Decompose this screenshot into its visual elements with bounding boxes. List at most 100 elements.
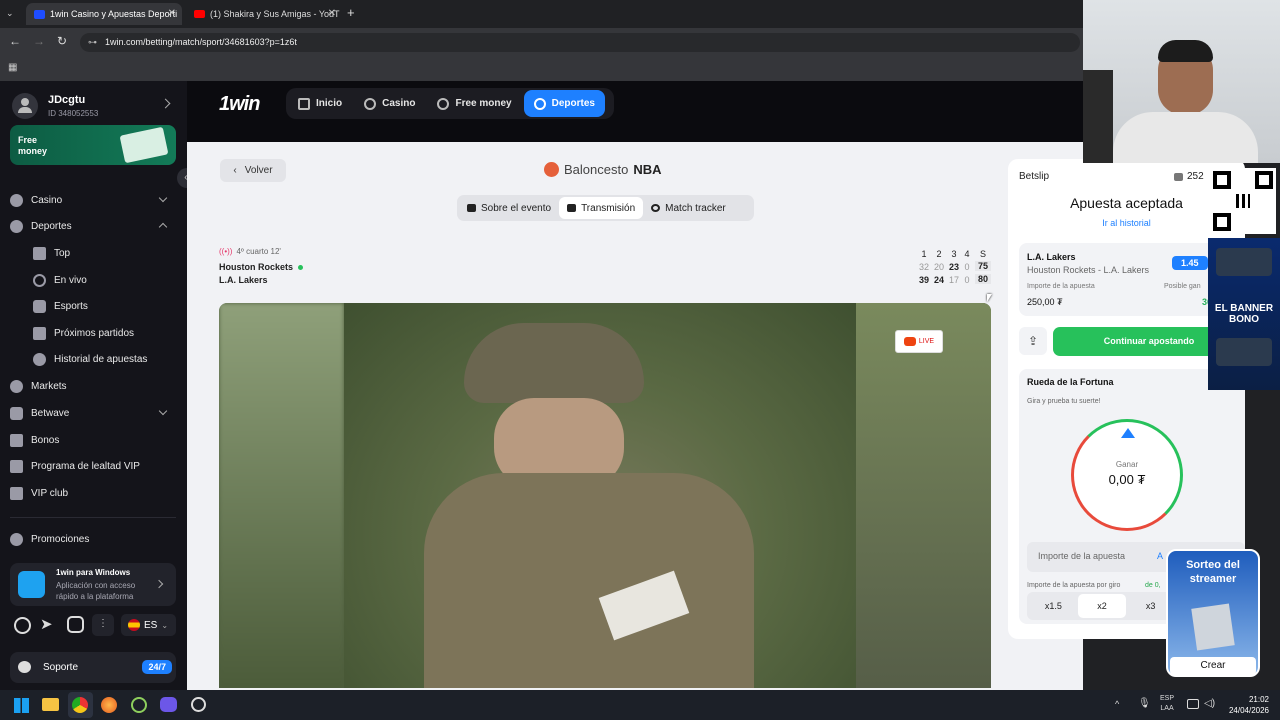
microphone-icon[interactable]: 🎙︎ — [1138, 698, 1151, 709]
nav-inicio[interactable]: Inicio — [288, 90, 352, 117]
apps-grid-icon[interactable]: ▦ — [8, 62, 17, 73]
sidebar-item-proximos[interactable]: Próximos partidos — [33, 320, 203, 346]
reload-icon[interactable]: ↻ — [57, 34, 67, 48]
volume-icon[interactable]: ◁) — [1204, 698, 1215, 709]
tab-match-tracker[interactable]: Match tracker — [643, 197, 734, 219]
crear-button[interactable]: Crear — [1170, 657, 1256, 675]
team-away: L.A. Lakers — [219, 275, 268, 285]
sidebar-item-betwave[interactable]: Betwave — [10, 400, 180, 426]
sidebar-item-label: Casino — [31, 194, 63, 206]
multiplier-x2[interactable]: x2 — [1077, 594, 1127, 618]
instagram-icon[interactable] — [67, 616, 84, 633]
chevron-up-icon — [158, 222, 168, 232]
sidebar-divider — [10, 517, 176, 518]
live-signal-icon: ((•)) — [219, 247, 233, 256]
clock[interactable]: 21:02 24/04/2026 — [1224, 694, 1269, 716]
url-text: 1win.com/betting/match/sport/34681603?p=… — [105, 37, 297, 47]
taskbar: ^ 🎙︎ ESP LAA ◁) 21:02 24/04/2026 — [0, 690, 1280, 720]
wheel-win-value: 0,00 ₮ — [1108, 472, 1146, 487]
amount-placeholder: Importe de la apuesta — [1038, 551, 1126, 561]
streamer-hair — [1158, 40, 1213, 62]
betwave-icon — [10, 406, 23, 420]
whatsapp-icon[interactable] — [14, 617, 31, 634]
back-label: Volver — [244, 165, 273, 176]
tab-search-icon[interactable]: ⌄ — [6, 8, 18, 20]
sports-icon — [10, 219, 23, 233]
site-logo[interactable]: 1win — [219, 93, 260, 116]
money-icon — [119, 126, 169, 164]
sidebar-item-vip-club[interactable]: VIP club — [10, 480, 180, 506]
ticket-icon — [1191, 603, 1235, 651]
sidebar-item-en-vivo[interactable]: En vivo — [33, 267, 203, 293]
sidebar-item-label: Próximos partidos — [54, 327, 135, 339]
multiplier-x1-5[interactable]: x1.5 — [1029, 594, 1078, 618]
sidebar-item-deportes[interactable]: Deportes — [10, 213, 180, 239]
browser-tab-youtube[interactable]: (1) Shakira y Sus Amigas - YouT ✕ — [186, 3, 342, 25]
tab-transmision[interactable]: Transmisión — [559, 197, 644, 219]
app-icon[interactable] — [191, 697, 206, 712]
sidebar-item-markets[interactable]: Markets — [10, 373, 180, 399]
telegram-icon[interactable]: ➤ — [40, 615, 53, 633]
betslip-title: Betslip — [1019, 171, 1050, 182]
windows-app-card[interactable]: 1win para Windows Aplicación con acceso … — [10, 563, 176, 606]
truck-icon — [1216, 338, 1272, 366]
back-icon[interactable]: ← — [9, 34, 21, 48]
tracker-icon — [651, 204, 661, 212]
clock-time: 21:02 — [1248, 695, 1269, 704]
period-header: 4 — [964, 249, 970, 259]
nav-deportes[interactable]: Deportes — [523, 90, 605, 117]
user-name[interactable]: JDcgtu — [48, 94, 85, 106]
chrome-active-tile[interactable] — [68, 692, 93, 718]
nav-casino[interactable]: Casino — [354, 90, 425, 117]
sorteo-title: Sorteo del streamer — [1186, 559, 1240, 585]
more-icon[interactable]: ⋮ — [92, 614, 114, 636]
free-money-banner[interactable]: Free money — [10, 125, 176, 165]
free-money-label: Free money — [18, 135, 48, 156]
language-select[interactable]: ES ⌄ — [121, 614, 176, 636]
score-cell: 17 — [948, 275, 959, 285]
video-player[interactable]: LIVE — [219, 303, 991, 688]
support-button[interactable]: Soporte 24/7 — [10, 652, 176, 683]
site-info-icon[interactable]: ⊶ — [88, 33, 97, 52]
url-input[interactable]: ⊶ 1win.com/betting/match/sport/34681603?… — [80, 33, 1080, 52]
nav-free-money[interactable]: Free money — [427, 90, 521, 117]
fire-icon — [33, 246, 46, 260]
sidebar-item-bonos[interactable]: Bonos — [10, 427, 180, 453]
info-icon — [467, 204, 476, 212]
back-button[interactable]: ‹ Volver — [220, 159, 286, 182]
score-cell: 0 — [964, 262, 970, 272]
wheel-pointer-icon — [1121, 428, 1135, 438]
chevron-up-icon[interactable]: ^ — [1115, 699, 1119, 709]
sidebar-item-historial[interactable]: Historial de apuestas — [33, 346, 203, 372]
sidebar-item-vip-program[interactable]: Programa de lealtad VIP — [10, 453, 180, 479]
period-header: S — [979, 249, 986, 259]
sidebar-item-promociones[interactable]: Promociones — [10, 526, 180, 552]
windows-start-icon[interactable] — [14, 698, 29, 713]
forward-icon[interactable]: → — [33, 34, 45, 48]
balance-value: 252 — [1187, 171, 1204, 182]
browser-tab-1win[interactable]: 1win Casino y Apuestas Deporti ✕ — [26, 3, 182, 25]
file-explorer-icon[interactable] — [42, 698, 59, 711]
fortune-wheel[interactable]: Ganar 0,00 ₮ — [1071, 419, 1183, 531]
period-header: 3 — [951, 249, 957, 259]
app-globe-icon[interactable] — [131, 697, 147, 713]
sidebar-item-label: Esports — [54, 300, 88, 312]
lang-layout: LAA — [1160, 705, 1174, 712]
avatar[interactable] — [12, 93, 38, 119]
share-icon[interactable]: ⇪ — [1019, 327, 1047, 355]
sidebar-item-top[interactable]: Top — [33, 240, 203, 266]
league-name: NBA — [633, 162, 662, 177]
firefox-icon[interactable] — [101, 697, 117, 713]
discord-icon[interactable] — [160, 697, 177, 712]
tab-sobre-el-evento[interactable]: Sobre el evento — [459, 197, 559, 219]
tab-title: (1) Shakira y Sus Amigas - YouT — [210, 9, 340, 19]
close-icon[interactable]: ✕ — [168, 8, 176, 19]
network-icon[interactable] — [1187, 699, 1199, 709]
win-label: Posible gan — [1164, 283, 1201, 290]
language-indicator[interactable]: ESP LAA — [1160, 694, 1174, 714]
sidebar-item-esports[interactable]: Esports — [33, 293, 203, 319]
trophy-icon — [10, 459, 23, 473]
sidebar-item-casino[interactable]: Casino — [10, 187, 180, 213]
new-tab-icon[interactable]: + — [347, 5, 355, 20]
close-icon[interactable]: ✕ — [328, 8, 336, 19]
